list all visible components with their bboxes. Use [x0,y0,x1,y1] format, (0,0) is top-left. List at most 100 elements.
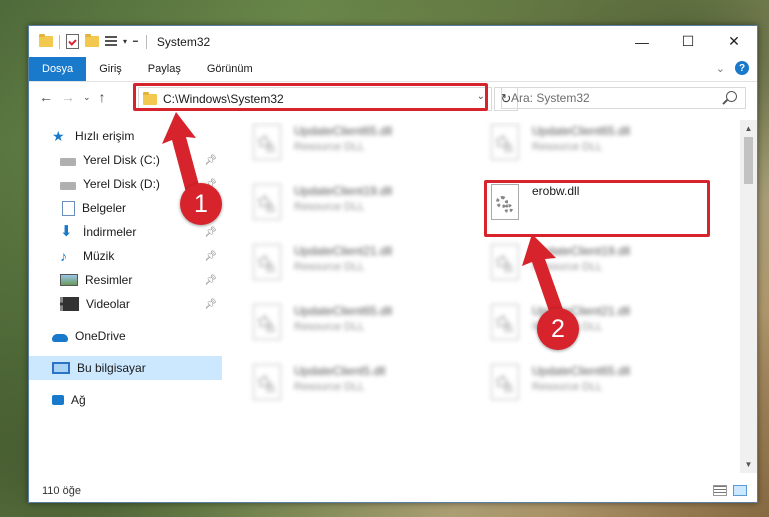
window-controls: — ☐ ✕ [619,26,757,57]
tab-home[interactable]: Giriş [86,57,135,81]
pin-icon[interactable]: 📌︎ [204,227,217,238]
file-item[interactable]: UpdateClient65.dll Resource DLL [226,302,446,350]
help-icon[interactable]: ? [735,61,749,75]
search-icon[interactable] [726,91,737,102]
file-highlight-box [484,180,710,237]
nav-buttons: ← → ⌄ ↑ [39,89,106,105]
file-item[interactable]: UpdateClient21.dll Resource DLL [226,242,446,290]
disk-icon [60,181,76,190]
file-item[interactable]: UpdateClient65.dll Resource DLL [226,122,446,170]
dll-file-icon [250,244,282,284]
properties-icon[interactable] [66,34,79,49]
sidebar-item-label: İndirmeler [83,225,137,239]
file-explorer-window: ▾ ━ System32 — ☐ ✕ Dosya Giriş Paylaş Gö… [28,25,758,503]
file-item[interactable]: UpdateClient5.dll Resource DLL [226,362,446,410]
file-name: UpdateClient19.dll [532,244,631,258]
window-title: System32 [156,34,211,49]
sidebar-item-pictures[interactable]: Resimler 📌︎ [29,268,222,292]
large-icons-view-icon[interactable] [733,485,747,496]
toolbar-separator [59,34,60,49]
scroll-up-icon[interactable]: ▲ [740,120,757,137]
video-icon [60,297,79,311]
maximize-button[interactable]: ☐ [665,26,711,57]
recent-locations-chevron-icon[interactable]: ⌄ [83,92,91,103]
file-type: Resource DLL [294,261,365,273]
dll-file-icon [488,244,520,284]
title-bar: ▾ ━ System32 — ☐ ✕ [29,26,757,57]
expand-ribbon-icon[interactable]: ⌄ [716,62,725,75]
cloud-icon [52,333,68,342]
dll-file-icon [250,304,282,344]
toolbar-more-icon[interactable]: ━ [133,37,138,46]
status-bar: 110 öğe [29,480,757,502]
scroll-down-icon[interactable]: ▼ [740,456,757,473]
download-icon: ⬇ [60,223,73,240]
back-arrow-icon[interactable]: ← [39,89,53,105]
file-list: UpdateClient65.dll Resource DLL UpdateCli… [226,122,736,467]
sidebar-item-label: Hızlı erişim [75,129,135,143]
disk-icon [60,157,76,166]
file-item[interactable]: UpdateClient19.dll Resource DLL [226,182,446,230]
dll-file-icon [250,124,282,164]
address-highlight-box [133,83,488,111]
quick-access-toolbar: ▾ ━ [39,34,138,49]
sidebar-item-network[interactable]: Ağ [29,388,222,412]
scrollbar-thumb[interactable] [744,137,753,184]
star-icon: ★ [52,128,65,144]
sidebar-item-videos[interactable]: Videolar 📌︎ [29,292,222,316]
network-icon [52,395,64,405]
new-folder-icon[interactable] [85,34,99,47]
title-separator [145,34,147,49]
file-name: UpdateClient65.dll [532,364,631,378]
sidebar-item-label: Yerel Disk (C:) [83,153,160,167]
pin-icon[interactable]: 📌︎ [204,299,217,310]
dll-file-icon [488,304,520,344]
tab-view[interactable]: Görünüm [194,57,266,81]
pin-icon[interactable]: 📌︎ [204,155,217,166]
file-type: Resource DLL [294,201,365,213]
sidebar-item-label: OneDrive [75,329,126,343]
sidebar-item-label: Belgeler [82,201,127,215]
step-1-badge: 1 [180,183,222,225]
sidebar-item-onedrive[interactable]: OneDrive [29,324,222,348]
pin-icon[interactable]: 📌︎ [204,275,217,286]
sidebar-item-label: Bu bilgisayar [77,361,146,375]
folder-icon [39,34,53,47]
sidebar-item-quick-access[interactable]: ★ Hızlı erişim [29,124,222,148]
file-type: Resource DLL [532,261,603,273]
sidebar-item-label: Resimler [85,273,133,287]
up-arrow-icon[interactable]: ↑ [99,89,106,105]
item-count: 110 öğe [42,485,81,497]
vertical-scrollbar[interactable]: ▲ ▼ [740,120,757,473]
pin-icon[interactable]: 📌︎ [204,251,217,262]
file-type: Resource DLL [294,321,365,333]
view-buttons [713,485,747,496]
step-2-badge: 2 [537,308,579,350]
sidebar-item-label: Videolar [86,297,130,311]
details-view-icon[interactable] [713,485,727,496]
file-item[interactable]: UpdateClient19.dll Resource DLL [464,242,684,290]
close-button[interactable]: ✕ [711,26,757,57]
music-icon: ♪ [60,248,67,264]
file-item[interactable]: UpdateClient65.dll Resource DLL [464,362,684,410]
forward-arrow-icon[interactable]: → [61,89,75,105]
search-placeholder: Ara: System32 [511,91,590,105]
minimize-button[interactable]: — [619,26,665,57]
file-type: Resource DLL [294,381,365,393]
file-type: Resource DLL [532,141,603,153]
file-type: Resource DLL [294,141,365,153]
tab-share[interactable]: Paylaş [135,57,194,81]
pictures-icon [60,274,78,286]
dll-file-icon [250,184,282,224]
file-item[interactable]: UpdateClient65.dll Resource DLL [464,122,684,170]
customize-toolbar-icon[interactable] [105,35,117,48]
tab-file[interactable]: Dosya [29,57,87,81]
file-name: UpdateClient21.dll [294,244,393,258]
sidebar-item-this-pc[interactable]: Bu bilgisayar [29,356,222,380]
ribbon-tabs: Dosya Giriş Paylaş Görünüm ⌄ ? [29,57,757,82]
sidebar-item-music[interactable]: ♪ Müzik 📌︎ [29,244,222,268]
chevron-down-icon[interactable]: ▾ [123,37,127,46]
sidebar-item-local-disk-c[interactable]: Yerel Disk (C:) 📌︎ [29,148,222,172]
search-input[interactable]: Ara: System32 [501,87,746,109]
navigation-pane: ★ Hızlı erişim Yerel Disk (C:) 📌︎ Yerel … [29,122,222,467]
